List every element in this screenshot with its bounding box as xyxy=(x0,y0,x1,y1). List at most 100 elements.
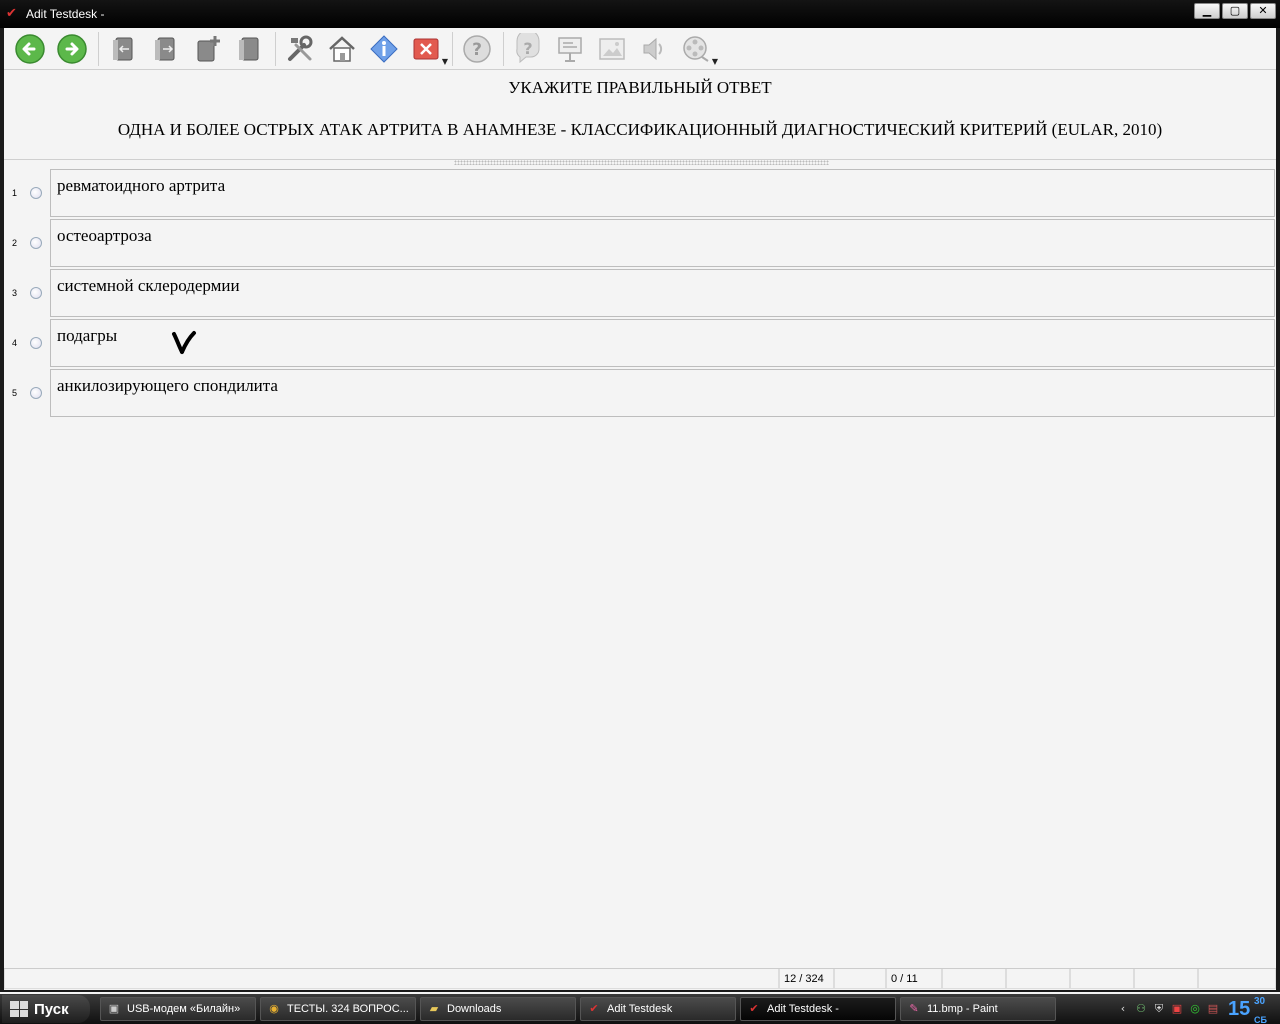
answer-option[interactable]: 5 анкилозирующего спондилита xyxy=(4,368,1276,418)
language-flag-icon[interactable]: ▤ xyxy=(1206,1002,1220,1016)
close-test-button[interactable]: ▼ xyxy=(406,30,448,68)
presentation-icon xyxy=(558,36,582,62)
score-counter: 0 / 11 xyxy=(886,969,942,989)
system-tray: ‹ ⚇ ⛨ ▣ ◎ ▤ 15 30 СБ xyxy=(1110,994,1280,1024)
back-icon xyxy=(15,33,45,64)
presentation-button[interactable] xyxy=(550,30,590,68)
paint-icon: ✎ xyxy=(909,1003,919,1015)
close-icon xyxy=(413,38,439,59)
answer-number: 2 xyxy=(12,238,18,248)
task-label: Downloads xyxy=(447,1003,502,1015)
folder-icon: ▰ xyxy=(429,1003,439,1015)
testdesk-icon: ✔ xyxy=(589,1003,599,1015)
book-prev-icon xyxy=(113,37,133,60)
taskbar-item-paint[interactable]: ✎ 11.bmp - Paint xyxy=(900,997,1056,1021)
hint-button[interactable]: ? xyxy=(508,30,548,68)
answer-text: ревматоидного артрита xyxy=(57,176,226,195)
home-icon xyxy=(329,35,355,62)
book-add-button[interactable] xyxy=(187,30,227,68)
back-button[interactable] xyxy=(10,30,50,68)
status-icon[interactable]: ◎ xyxy=(1188,1002,1202,1016)
maximize-button[interactable]: ▢ xyxy=(1222,3,1248,19)
answer-text: остеоартроза xyxy=(57,226,152,245)
book-prev-button[interactable] xyxy=(103,30,143,68)
sound-icon xyxy=(643,37,663,60)
answer-box[interactable]: подагры xyxy=(50,319,1275,367)
task-label: Adit Testdesk - xyxy=(767,1003,839,1015)
minimize-button[interactable]: ▁ xyxy=(1194,3,1220,19)
svg-text:?: ? xyxy=(472,40,482,60)
status-cell xyxy=(1070,969,1134,989)
tools-icon xyxy=(288,35,313,61)
hint-icon: ? xyxy=(516,32,540,63)
answer-text: системной склеродермии xyxy=(57,276,240,295)
answer-option[interactable]: 4 подагры xyxy=(4,318,1276,368)
app-icon: ✔ xyxy=(6,6,17,21)
clock[interactable]: 15 30 СБ xyxy=(1228,996,1267,1024)
answer-box[interactable]: ревматоидного артрита xyxy=(50,169,1275,217)
toolbar-separator xyxy=(275,31,276,66)
hand-drawn-check-icon xyxy=(172,331,196,354)
home-button[interactable] xyxy=(322,30,362,68)
book-add-icon xyxy=(197,35,220,61)
answer-number: 3 xyxy=(12,288,18,298)
taskbar-item-downloads[interactable]: ▰ Downloads xyxy=(420,997,576,1021)
antivirus-icon[interactable]: ▣ xyxy=(1170,1002,1184,1016)
status-cell xyxy=(4,969,779,989)
security-icon[interactable]: ⛨ xyxy=(1152,1002,1166,1016)
forward-button[interactable] xyxy=(52,30,92,68)
info-button[interactable] xyxy=(364,30,404,68)
answer-radio[interactable] xyxy=(30,337,42,349)
answer-radio[interactable] xyxy=(30,387,42,399)
svg-text:?: ? xyxy=(523,39,532,58)
book-button[interactable] xyxy=(229,30,269,68)
video-button[interactable]: ▼ xyxy=(676,30,718,68)
answer-number: 4 xyxy=(12,338,18,348)
status-cell xyxy=(1198,969,1276,989)
answer-radio[interactable] xyxy=(30,237,42,249)
sound-button[interactable] xyxy=(634,30,674,68)
answer-box[interactable]: остеоартроза xyxy=(50,219,1275,267)
answer-number: 1 xyxy=(12,188,18,198)
answer-box[interactable]: анкилозирующего спондилита xyxy=(50,369,1275,417)
close-window-button[interactable]: ✕ xyxy=(1250,3,1276,19)
tools-button[interactable] xyxy=(280,30,320,68)
video-icon xyxy=(683,35,709,62)
dropdown-arrow-icon[interactable]: ▼ xyxy=(712,57,718,66)
task-label: USB-модем «Билайн» xyxy=(127,1003,241,1015)
taskbar-item-testdesk-active[interactable]: ✔ Adit Testdesk - xyxy=(740,997,896,1021)
tray-expand-icon[interactable]: ‹ xyxy=(1116,1002,1130,1016)
network-icon[interactable]: ⚇ xyxy=(1134,1002,1148,1016)
panel-splitter[interactable] xyxy=(454,160,829,165)
answer-radio[interactable] xyxy=(30,187,42,199)
toolbar-separator xyxy=(503,31,504,66)
answer-box[interactable]: системной склеродермии xyxy=(50,269,1275,317)
chrome-icon: ◉ xyxy=(269,1003,279,1015)
book-icon xyxy=(239,37,259,60)
answer-option[interactable]: 1 ревматоидного артрита xyxy=(4,168,1276,218)
windows-logo-icon xyxy=(10,1001,28,1017)
window-title: Adit Testdesk - xyxy=(26,7,105,21)
answer-option[interactable]: 3 системной склеродермии xyxy=(4,268,1276,318)
answer-radio[interactable] xyxy=(30,287,42,299)
taskbar: Пуск ▣ USB-модем «Билайн» ◉ ТЕСТЫ. 324 В… xyxy=(0,994,1280,1024)
dropdown-arrow-icon[interactable]: ▼ xyxy=(442,57,448,66)
status-cell xyxy=(1134,969,1198,989)
book-next-icon xyxy=(155,37,175,60)
title-bar: ✔ Adit Testdesk - ▁ ▢ ✕ xyxy=(0,0,1280,28)
start-button[interactable]: Пуск xyxy=(2,995,90,1023)
toolbar-separator xyxy=(452,31,453,66)
clock-minutes: 30 xyxy=(1254,995,1266,1007)
clock-hour: 15 xyxy=(1228,997,1251,1020)
app-window: ▼ ? ? ▼ УКАЖИТЕ ПРАВИЛЬНЫЙ ОТВЕТ ОДНА И … xyxy=(0,28,1280,992)
status-cell xyxy=(942,969,1006,989)
testdesk-icon: ✔ xyxy=(749,1003,759,1015)
status-bar: 12 / 324 0 / 11 xyxy=(4,968,1276,990)
taskbar-item-chrome[interactable]: ◉ ТЕСТЫ. 324 ВОПРОС... xyxy=(260,997,416,1021)
taskbar-item-testdesk[interactable]: ✔ Adit Testdesk xyxy=(580,997,736,1021)
taskbar-item-modem[interactable]: ▣ USB-модем «Билайн» xyxy=(100,997,256,1021)
answer-option[interactable]: 2 остеоартроза xyxy=(4,218,1276,268)
help-button[interactable]: ? xyxy=(457,30,497,68)
image-button[interactable] xyxy=(592,30,632,68)
book-next-button[interactable] xyxy=(145,30,185,68)
